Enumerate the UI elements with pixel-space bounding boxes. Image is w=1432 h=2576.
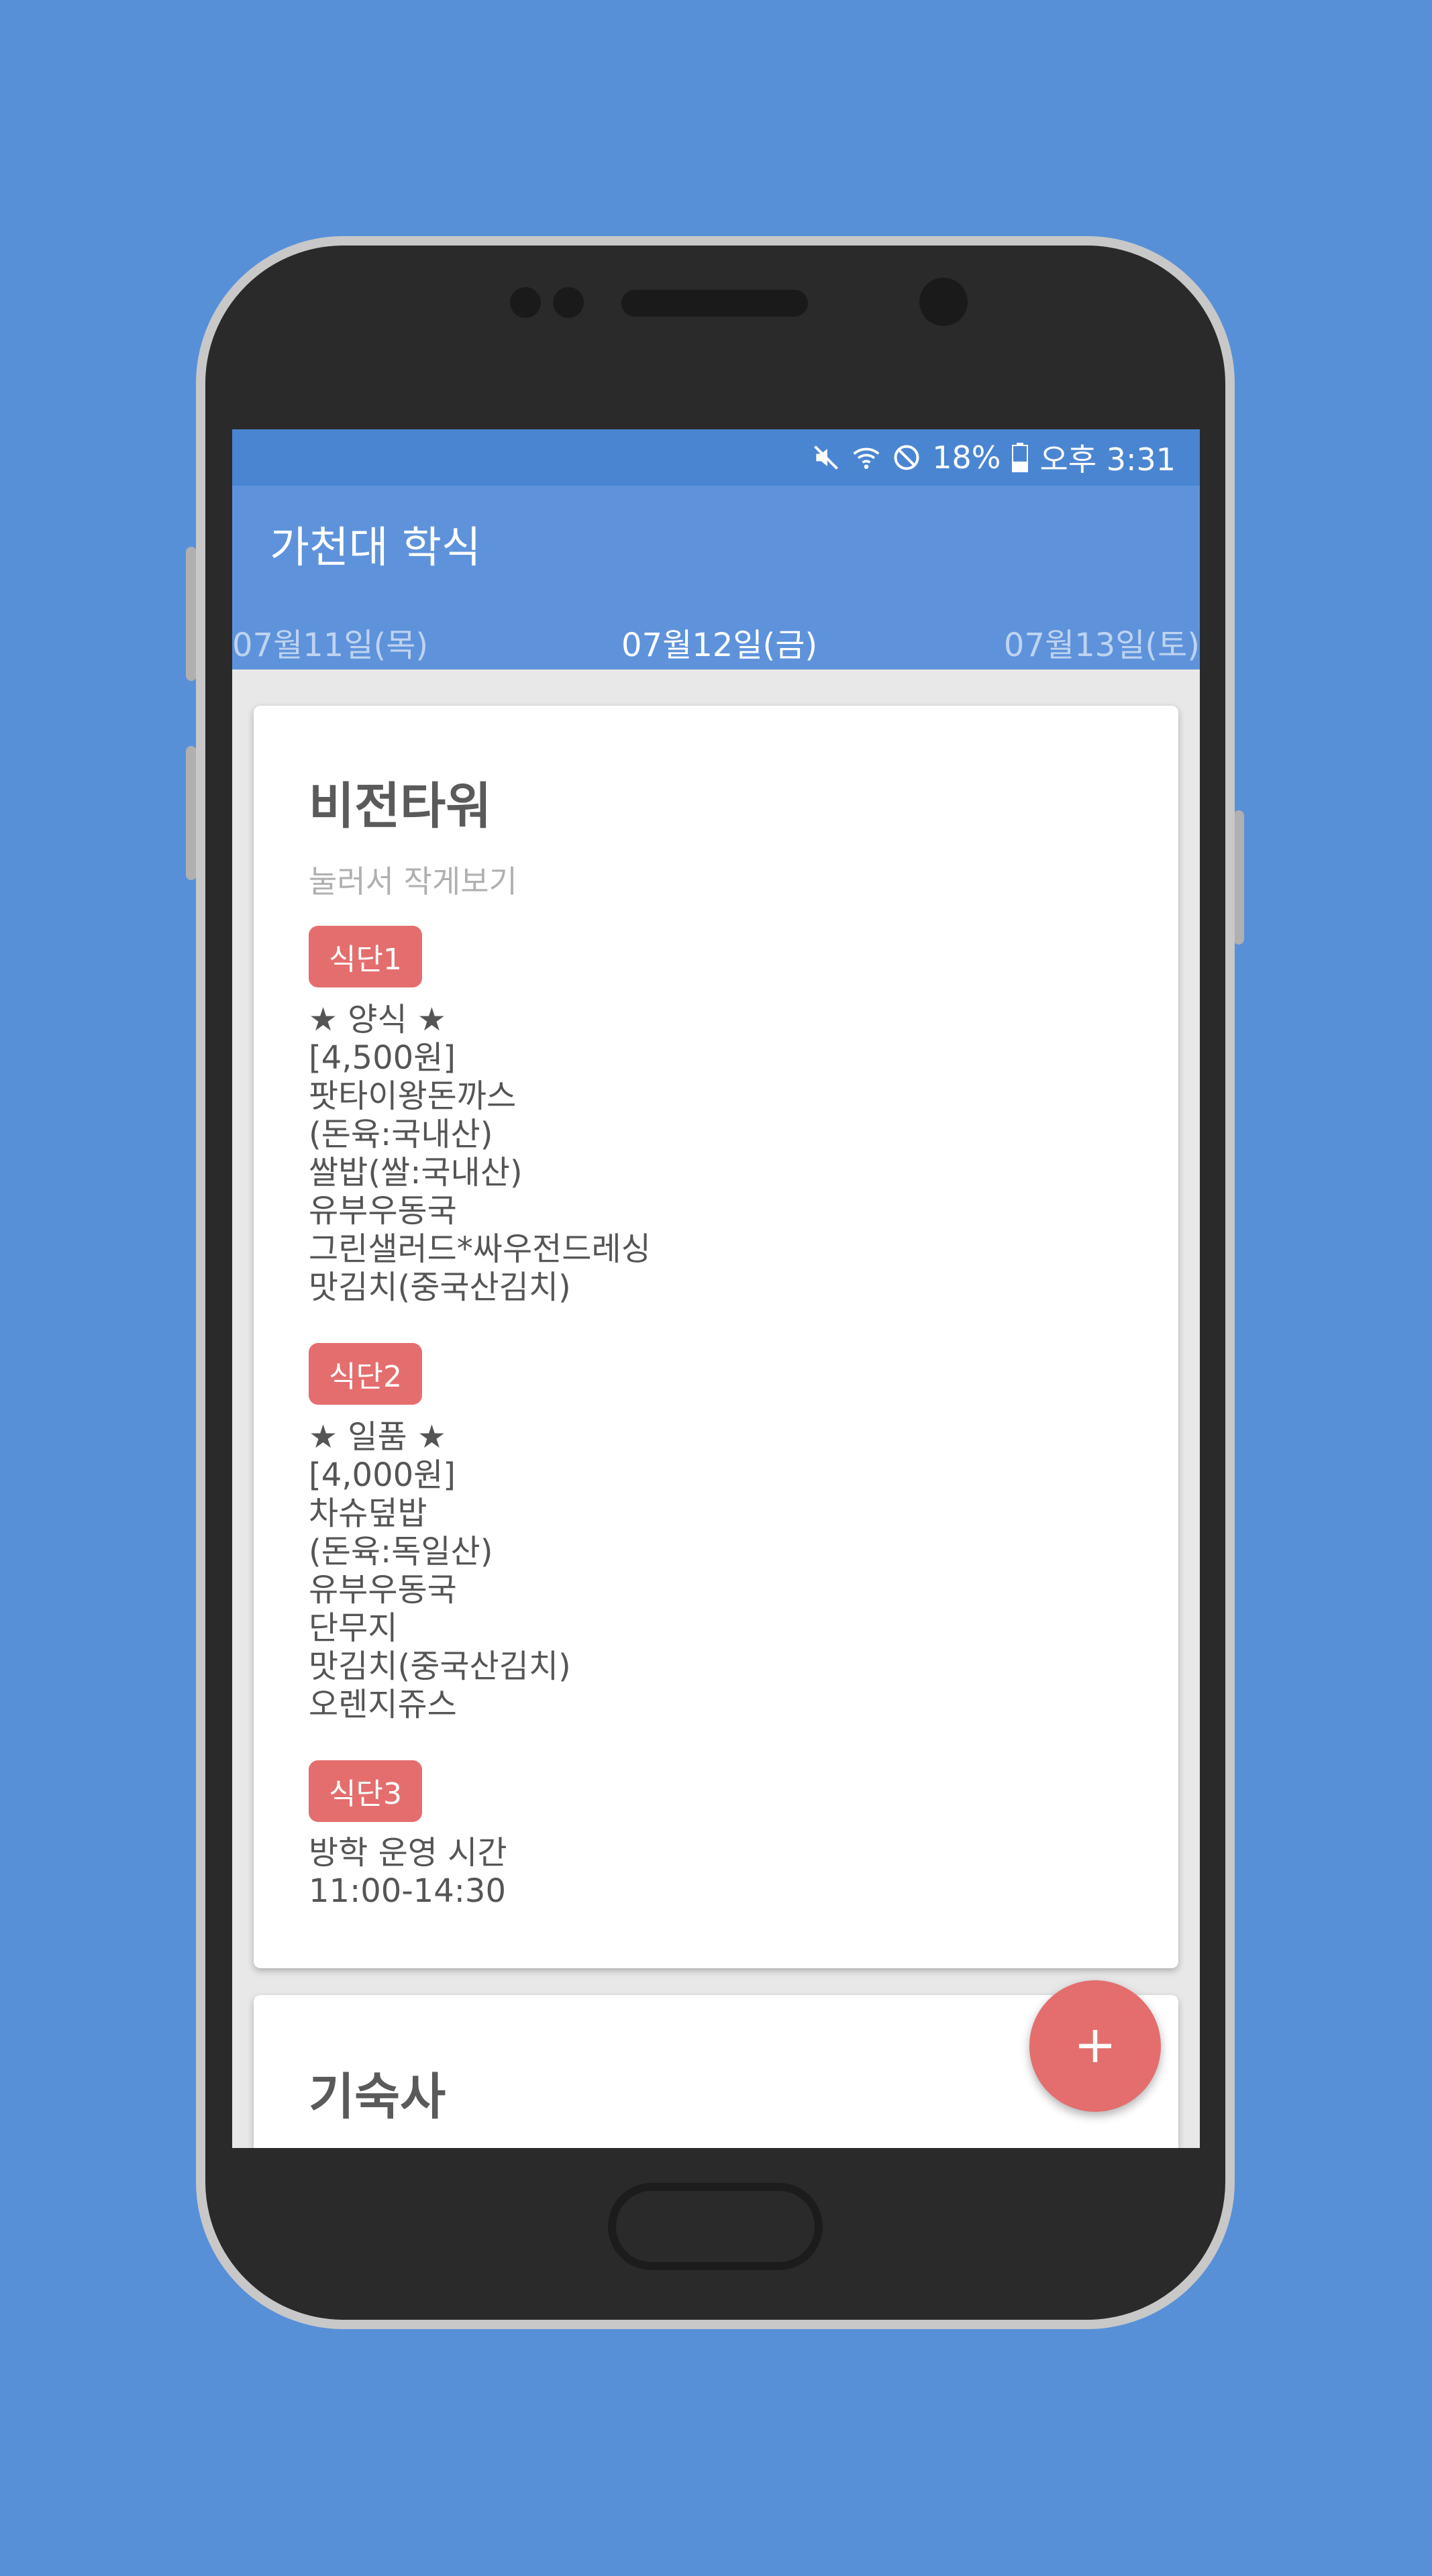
menu-line: 그린샐러드*싸우전드레싱 [309, 1230, 651, 1268]
volume-up-button [186, 547, 197, 681]
battery-icon [1011, 443, 1029, 472]
date-tab-current[interactable]: 07월12일(금) [621, 619, 817, 665]
menu-line: [4,500원] [309, 1039, 456, 1077]
menu-line: 단무지 [309, 1609, 398, 1647]
menu-line: (돈육:국내산) [309, 1116, 493, 1153]
home-button [608, 2183, 823, 2270]
plus-icon [1079, 2030, 1111, 2062]
clock: 오후 3:31 [1039, 441, 1176, 478]
menu-badge: 식단3 [309, 1760, 422, 1822]
menu-list: ★ 일품 ★ [4,000원] 차슈덮밥 (돈육:독일산) 유부우동국 단무지 … [309, 1418, 571, 1724]
menu-badge: 식단1 [309, 926, 422, 987]
volume-down-button [186, 746, 197, 880]
menu-line: ★ 양식 ★ [309, 1001, 446, 1038]
date-tabs: 07월11일(목) 07월12일(금) 07월13일(토) [232, 602, 1200, 669]
menu-line: 11:00-14:30 [309, 1872, 506, 1910]
menu-line: 쌀밥(쌀:국내산) [309, 1154, 523, 1191]
earpiece-speaker [621, 290, 808, 317]
menu-line: 맛김치(중국산김치) [309, 1648, 571, 1685]
date-tab-prev[interactable]: 07월11일(목) [232, 619, 428, 665]
app-title: 가천대 학식 [270, 523, 481, 573]
menu-line: 팟타이왕돈까스 [309, 1077, 517, 1115]
mute-icon [811, 443, 841, 472]
power-button [1233, 810, 1244, 945]
proximity-sensor [510, 287, 541, 318]
status-bar: 18% 오후 3:31 [232, 429, 1200, 486]
front-camera [919, 278, 968, 326]
date-tab-next[interactable]: 07월13일(토) [1004, 619, 1200, 665]
do-not-disturb-icon [892, 443, 921, 472]
menu-line: 유부우동국 [309, 1571, 457, 1609]
cafeteria-title: 비전타워 [309, 777, 492, 835]
wifi-icon [852, 443, 881, 472]
add-button[interactable] [1029, 1980, 1161, 2112]
menu-line: ★ 일품 ★ [309, 1418, 446, 1456]
cafeteria-title: 기숙사 [309, 2068, 446, 2126]
menu-line: 유부우동국 [309, 1192, 457, 1230]
menu-line: 차슈덮밥 [309, 1495, 427, 1532]
menu-list: 방학 운영 시간 11:00-14:30 [309, 1834, 507, 1911]
battery-percent: 18% [932, 439, 1001, 476]
collapse-hint: 눌러서 작게보기 [309, 863, 517, 900]
menu-list: ★ 양식 ★ [4,500원] 팟타이왕돈까스 (돈육:국내산) 쌀밥(쌀:국내… [309, 1001, 651, 1307]
phone-screen: 18% 오후 3:31 가천대 학식 07월11일(목) 07월12일(금) 0… [232, 429, 1200, 2148]
light-sensor [553, 287, 584, 318]
app-bar: 가천대 학식 [232, 486, 1200, 602]
menu-line: 방학 운영 시간 [309, 1834, 507, 1872]
menu-line: 맛김치(중국산김치) [309, 1269, 571, 1306]
menu-line: (돈육:독일산) [309, 1533, 493, 1570]
menu-line: 오렌지쥬스 [309, 1686, 457, 1723]
menu-line: [4,000원] [309, 1456, 456, 1494]
cafeteria-card[interactable]: 비전타워 눌러서 작게보기 식단1 ★ 양식 ★ [4,500원] 팟타이왕돈까… [254, 706, 1178, 1968]
menu-badge: 식단2 [309, 1343, 422, 1405]
